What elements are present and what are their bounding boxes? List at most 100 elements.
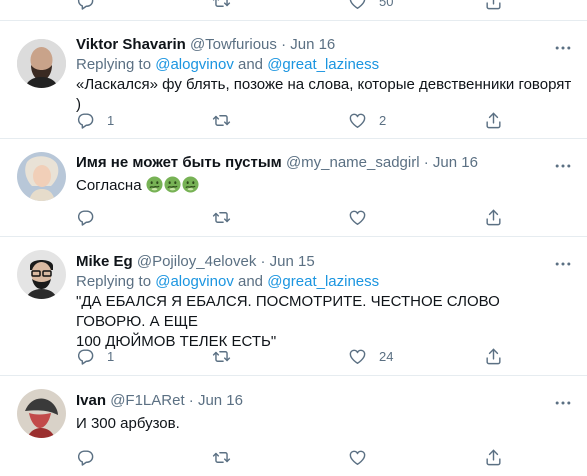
share-button[interactable]	[484, 345, 503, 367]
tweet-text: "ДА ЕБАЛСЯ Я ЕБАЛСЯ. ПОСМОТРИТЕ. ЧЕСТНОЕ…	[76, 292, 573, 352]
more-button[interactable]	[553, 156, 573, 176]
share-icon	[484, 0, 503, 11]
avatar[interactable]	[17, 389, 66, 438]
reply-button[interactable]: 1	[76, 109, 114, 131]
tweet-header: Ivan @F1LARet · Jun 16	[76, 391, 573, 411]
avatar[interactable]	[17, 152, 66, 201]
reply-icon	[76, 448, 95, 467]
retweet-icon	[212, 111, 231, 130]
tweet-text: И 300 арбузов.	[76, 415, 180, 432]
reply-icon	[76, 111, 95, 130]
reply-button[interactable]: 1	[76, 345, 114, 367]
share-button[interactable]	[484, 206, 503, 228]
like-count: 24	[379, 348, 394, 364]
tweet-header: Viktor Shavarin @Towfurious · Jun 16	[76, 35, 573, 55]
mention-link[interactable]: @alogvinov	[155, 273, 234, 290]
display-name[interactable]: Имя не может быть пустым	[76, 154, 282, 171]
reply-count: 1	[107, 112, 115, 128]
separator-dot: ·	[188, 392, 194, 409]
user-handle[interactable]: @Pojiloy_4elovek	[137, 253, 256, 270]
separator-dot: ·	[281, 36, 287, 53]
mention-link[interactable]: @great_laziness	[267, 273, 379, 290]
tweet-actions	[76, 206, 516, 228]
retweet-button[interactable]	[212, 0, 231, 12]
replying-to-label: Replying to	[76, 273, 156, 290]
share-button[interactable]	[484, 109, 503, 131]
like-icon	[348, 448, 367, 467]
retweet-icon	[212, 448, 231, 467]
retweet-button[interactable]	[212, 345, 231, 367]
avatar[interactable]	[17, 250, 66, 299]
retweet-icon	[212, 208, 231, 227]
retweet-button[interactable]	[212, 109, 231, 131]
reply-button[interactable]	[76, 0, 95, 12]
display-name[interactable]: Viktor Shavarin	[76, 36, 186, 53]
nauseated-face-icon	[164, 176, 181, 193]
retweet-icon	[212, 0, 231, 11]
reply-count: 1	[107, 348, 115, 364]
tweet-mike[interactable]: Mike Eg @Pojiloy_4elovek · Jun 15 Replyi…	[0, 237, 587, 376]
like-button[interactable]	[348, 206, 367, 228]
separator-dot: ·	[423, 154, 429, 171]
and-label: and	[233, 273, 268, 290]
tweet-date[interactable]: Jun 16	[198, 392, 243, 409]
replying-to-label: Replying to	[76, 56, 156, 73]
share-icon	[484, 208, 503, 227]
tweet-actions: 1 24	[76, 345, 516, 367]
more-button[interactable]	[553, 393, 573, 413]
tweet-text: Согласна	[76, 176, 573, 196]
tweet-ivan[interactable]: Ivan @F1LARet · Jun 16 И 300 арбузов.	[0, 376, 587, 476]
tweet-header: Mike Eg @Pojiloy_4elovek · Jun 15	[76, 252, 573, 272]
mention-link[interactable]: @great_laziness	[267, 56, 379, 73]
reply-button[interactable]	[76, 206, 95, 228]
user-handle[interactable]: @F1LARet	[110, 392, 184, 409]
like-icon	[348, 0, 367, 11]
reply-button[interactable]	[76, 446, 95, 468]
tweet-header: Имя не может быть пустым @my_name_sadgir…	[76, 153, 573, 173]
tweet-date[interactable]: Jun 16	[433, 154, 478, 171]
previous-tweet-actions: 50	[0, 0, 587, 21]
separator-dot: ·	[260, 253, 266, 270]
retweet-button[interactable]	[212, 206, 231, 228]
tweet-sadgirl[interactable]: Имя не может быть пустым @my_name_sadgir…	[0, 139, 587, 237]
tweet-actions	[76, 446, 516, 468]
more-icon	[553, 393, 573, 413]
tweet-text-content: Согласна	[76, 177, 142, 194]
like-icon	[348, 208, 367, 227]
like-icon	[348, 111, 367, 130]
retweet-button[interactable]	[212, 446, 231, 468]
nauseated-face-icon	[146, 176, 163, 193]
nauseated-face-icon	[182, 176, 199, 193]
share-icon	[484, 448, 503, 467]
display-name[interactable]: Mike Eg	[76, 253, 133, 270]
more-icon	[553, 156, 573, 176]
more-button[interactable]	[553, 38, 573, 58]
tweet-text-line: "ДА ЕБАЛСЯ Я ЕБАЛСЯ. ПОСМОТРИТЕ. ЧЕСТНОЕ…	[76, 293, 500, 330]
retweet-icon	[212, 347, 231, 366]
share-button[interactable]	[484, 446, 503, 468]
more-icon	[553, 38, 573, 58]
user-handle[interactable]: @Towfurious	[190, 36, 277, 53]
mention-link[interactable]: @alogvinov	[155, 56, 234, 73]
tweet-date[interactable]: Jun 16	[290, 36, 335, 53]
like-icon	[348, 347, 367, 366]
reply-icon	[76, 208, 95, 227]
more-button[interactable]	[553, 254, 573, 274]
share-icon	[484, 347, 503, 366]
tweet-actions: 1 2	[76, 109, 516, 131]
user-handle[interactable]: @my_name_sadgirl	[286, 154, 420, 171]
like-button[interactable]: 24	[348, 345, 393, 367]
like-button[interactable]: 2	[348, 109, 386, 131]
like-button[interactable]: 50	[348, 0, 393, 12]
replying-to: Replying to @alogvinov and @great_lazine…	[76, 55, 573, 75]
tweet-viktor[interactable]: Viktor Shavarin @Towfurious · Jun 16 Rep…	[0, 21, 587, 139]
like-button[interactable]	[348, 446, 367, 468]
avatar[interactable]	[17, 39, 66, 88]
reply-icon	[76, 347, 95, 366]
share-button[interactable]	[484, 0, 503, 12]
like-count: 50	[379, 0, 394, 9]
tweet-date[interactable]: Jun 15	[270, 253, 315, 270]
more-icon	[553, 254, 573, 274]
and-label: and	[233, 56, 268, 73]
display-name[interactable]: Ivan	[76, 392, 106, 409]
